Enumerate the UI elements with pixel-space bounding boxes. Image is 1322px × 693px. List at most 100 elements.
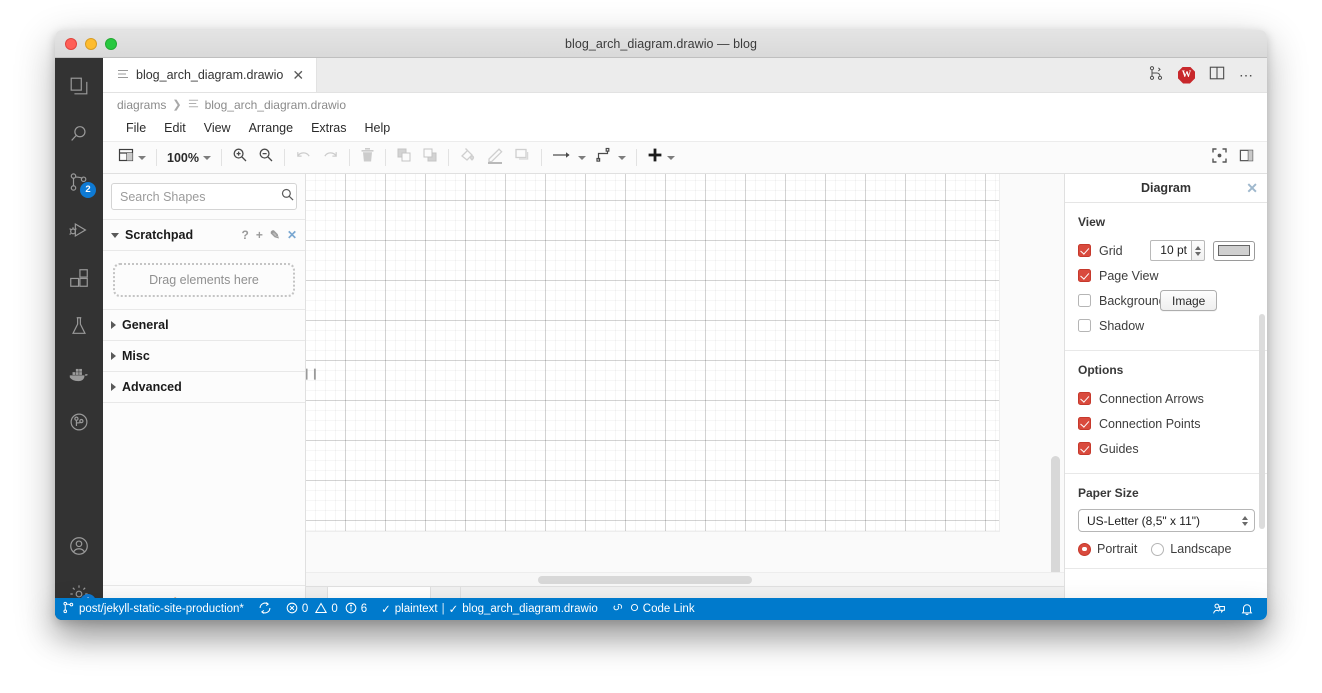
sidebar-item-git-graph[interactable] — [55, 398, 103, 446]
section-header-scratchpad[interactable]: Scratchpad ? + ✎ ✕ — [103, 220, 305, 251]
maximize-window-button[interactable] — [105, 37, 117, 50]
format-panel-toggle[interactable] — [1234, 146, 1259, 170]
scratchpad-drop-zone[interactable]: Drag elements here — [113, 263, 295, 297]
status-language[interactable]: ✓ plaintext | ✓ blog_arch_diagram.drawio — [374, 598, 605, 620]
close-icon[interactable]: ✕ — [1246, 181, 1258, 195]
format-panel-scrollbar[interactable] — [1259, 314, 1265, 529]
sidebar-item-run-and-debug[interactable] — [55, 206, 103, 254]
close-icon[interactable]: ✕ — [287, 228, 297, 242]
to-back-button[interactable] — [417, 146, 443, 170]
landscape-radio[interactable] — [1151, 542, 1165, 556]
add-icon[interactable]: + — [256, 228, 263, 242]
portrait-radio[interactable] — [1078, 542, 1091, 556]
fullscreen-button[interactable] — [1207, 146, 1232, 170]
more-actions-icon[interactable]: ⋯ — [1239, 68, 1253, 82]
search-input[interactable] — [120, 189, 281, 204]
breadcrumb-folder[interactable]: diagrams — [117, 98, 166, 112]
check-icon: ✓ — [448, 604, 459, 616]
paper-size-select[interactable]: US-Letter (8,5" x 11") — [1078, 509, 1255, 532]
fill-bucket-icon — [459, 147, 476, 169]
zoom-level-button[interactable]: 100% — [162, 146, 216, 170]
canvas-vertical-scrollbar[interactable] — [1051, 456, 1060, 572]
sidebar-item-source-control[interactable]: 2 — [55, 158, 103, 206]
source-control-icon — [62, 601, 75, 617]
notifications-bell-icon[interactable] — [1233, 598, 1261, 620]
editor-area: blog_arch_diagram.drawio ✕ W ⋯ diagrams … — [103, 58, 1267, 620]
zoom-in-icon — [232, 147, 248, 168]
run-debug-icon — [68, 219, 90, 241]
diagram-page[interactable] — [306, 174, 999, 531]
status-branch[interactable]: post/jekyll-static-site-production* — [55, 598, 251, 620]
connection-style-button[interactable] — [591, 146, 631, 170]
panel-splitter-handle[interactable]: ❙❙ — [306, 367, 319, 380]
breadcrumb-file[interactable]: blog_arch_diagram.drawio — [205, 98, 346, 112]
grid-size-spinner[interactable] — [1192, 240, 1205, 261]
menu-edit[interactable]: Edit — [155, 116, 195, 141]
zoom-out-button[interactable] — [253, 146, 279, 170]
sidebar-item-explorer[interactable] — [55, 62, 103, 110]
editor-tab-blog-arch-diagram[interactable]: blog_arch_diagram.drawio ✕ — [103, 58, 318, 92]
section-header-misc[interactable]: Misc — [103, 341, 305, 372]
grid-size-input[interactable]: 10 pt — [1150, 240, 1192, 261]
help-icon[interactable]: ? — [242, 228, 249, 242]
edit-pencil-icon[interactable]: ✎ — [270, 228, 280, 242]
split-source-control-icon[interactable] — [1148, 65, 1164, 86]
menu-extras[interactable]: Extras — [302, 116, 355, 141]
activity-bar: 2 — [55, 58, 103, 620]
status-sync[interactable] — [251, 598, 279, 620]
live-share-icon[interactable] — [1205, 598, 1233, 620]
grid-color-swatch[interactable] — [1213, 240, 1255, 261]
minimize-window-button[interactable] — [85, 37, 97, 50]
menu-view[interactable]: View — [195, 116, 240, 141]
diagram-canvas[interactable]: ❙❙ — [306, 174, 1064, 572]
shadow-button[interactable] — [509, 146, 536, 170]
to-front-button[interactable] — [391, 146, 417, 170]
fill-color-button[interactable] — [454, 146, 481, 170]
status-divider: | — [441, 603, 445, 615]
background-image-button[interactable]: Image — [1160, 290, 1218, 311]
grid-checkbox[interactable] — [1078, 244, 1091, 257]
shadow-checkbox[interactable] — [1078, 319, 1091, 332]
menu-file[interactable]: File — [117, 116, 155, 141]
section-header-general[interactable]: General — [103, 310, 305, 341]
close-window-button[interactable] — [65, 37, 77, 50]
sidebar-item-accounts[interactable] — [55, 522, 103, 570]
sidebar-item-docker[interactable] — [55, 350, 103, 398]
page-view-checkbox[interactable] — [1078, 269, 1091, 282]
connection-points-checkbox[interactable] — [1078, 417, 1091, 430]
line-color-button[interactable] — [481, 146, 509, 170]
spinner-up-icon[interactable] — [1195, 245, 1201, 250]
wakatime-icon[interactable]: W — [1178, 66, 1195, 84]
section-label-general: General — [122, 318, 169, 332]
menu-arrange[interactable]: Arrange — [240, 116, 302, 141]
canvas-horizontal-scrollbar[interactable] — [538, 576, 752, 584]
split-editor-icon[interactable] — [1209, 65, 1225, 86]
delete-button[interactable] — [355, 146, 380, 170]
format-panel-title: Diagram ✕ — [1065, 174, 1267, 203]
connection-arrows-checkbox[interactable] — [1078, 392, 1091, 405]
status-file-label: blog_arch_diagram.drawio — [462, 603, 598, 615]
menu-help[interactable]: Help — [356, 116, 400, 141]
connection-arrows-row: Connection Arrows — [1078, 386, 1255, 411]
elbow-connector-icon — [596, 147, 614, 168]
view-layers-button[interactable] — [113, 146, 151, 170]
status-code-link[interactable]: Code Link — [605, 598, 702, 620]
guides-checkbox[interactable] — [1078, 442, 1091, 455]
zoom-in-button[interactable] — [227, 146, 253, 170]
status-problems[interactable]: 0 0 6 — [279, 598, 374, 620]
sidebar-item-search[interactable] — [55, 110, 103, 158]
search-icon[interactable] — [281, 188, 294, 206]
redo-button[interactable] — [317, 146, 344, 170]
close-icon[interactable]: ✕ — [290, 68, 306, 82]
waypoints-button[interactable] — [547, 146, 591, 170]
link-icon — [612, 602, 626, 617]
drawio-menubar: File Edit View Arrange Extras Help — [103, 116, 1267, 141]
sidebar-item-extensions[interactable] — [55, 254, 103, 302]
search-shapes-box[interactable] — [111, 183, 297, 210]
background-checkbox[interactable] — [1078, 294, 1091, 307]
undo-button[interactable] — [290, 146, 317, 170]
sidebar-item-testing[interactable] — [55, 302, 103, 350]
insert-button[interactable] — [642, 146, 680, 170]
section-header-advanced[interactable]: Advanced — [103, 372, 305, 403]
spinner-down-icon[interactable] — [1195, 251, 1201, 256]
